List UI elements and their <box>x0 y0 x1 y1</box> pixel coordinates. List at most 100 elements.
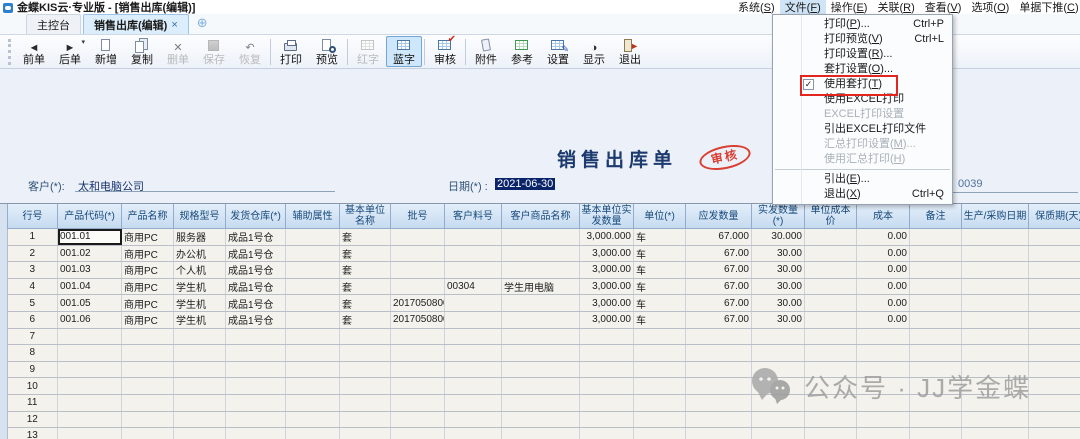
table-cell[interactable]: 学生用电脑 <box>502 278 580 295</box>
column-header[interactable]: 基本单位名称 <box>340 204 391 229</box>
table-cell[interactable]: 001.02 <box>58 245 122 262</box>
table-cell[interactable] <box>752 345 805 362</box>
row-number-cell[interactable]: 13 <box>8 428 58 439</box>
table-cell[interactable] <box>122 394 174 411</box>
column-header[interactable]: 生产/采购日期 <box>962 204 1029 229</box>
table-cell[interactable] <box>857 328 910 345</box>
table-cell[interactable] <box>286 278 340 295</box>
table-cell[interactable] <box>910 328 962 345</box>
table-cell[interactable] <box>857 411 910 428</box>
table-cell[interactable]: 0.00 <box>857 311 910 328</box>
column-header[interactable]: 实发数量(*) <box>752 204 805 229</box>
table-cell[interactable] <box>805 311 857 328</box>
table-cell[interactable] <box>286 428 340 439</box>
table-cell[interactable] <box>226 411 286 428</box>
row-number-cell[interactable]: 10 <box>8 378 58 395</box>
row-number-cell[interactable]: 2 <box>8 245 58 262</box>
exit-menu-item[interactable]: 退出(X)Ctrl+Q <box>773 187 952 202</box>
row-number-cell[interactable]: 7 <box>8 328 58 345</box>
table-cell[interactable]: 车 <box>634 278 686 295</box>
table-cell[interactable] <box>174 328 226 345</box>
tab-main-console[interactable]: 主控台 <box>26 14 81 34</box>
table-cell[interactable] <box>286 345 340 362</box>
table-cell[interactable] <box>1029 428 1080 439</box>
table-cell[interactable]: 001.06 <box>58 311 122 328</box>
table-cell[interactable] <box>910 311 962 328</box>
table-cell[interactable] <box>122 428 174 439</box>
table-cell[interactable] <box>502 262 580 279</box>
table-cell[interactable]: 001.05 <box>58 295 122 312</box>
dropdown-arrow-icon[interactable]: ▾ <box>81 38 85 46</box>
table-cell[interactable]: 服务器 <box>174 229 226 246</box>
exit-button[interactable]: ►退出 <box>612 36 648 67</box>
table-cell[interactable] <box>502 411 580 428</box>
table-cell[interactable] <box>580 361 634 378</box>
table-cell[interactable] <box>910 245 962 262</box>
table-cell[interactable]: 套 <box>340 229 391 246</box>
table-cell[interactable]: 0.00 <box>857 245 910 262</box>
table-cell[interactable] <box>962 311 1029 328</box>
table-cell[interactable]: 套 <box>340 278 391 295</box>
settings-button[interactable]: ✎设置 <box>540 36 576 67</box>
table-cell[interactable] <box>445 229 502 246</box>
table-cell[interactable]: 0 <box>1029 245 1080 262</box>
table-cell[interactable] <box>634 411 686 428</box>
table-cell[interactable] <box>752 328 805 345</box>
table-cell[interactable] <box>391 394 445 411</box>
row-number-cell[interactable]: 8 <box>8 345 58 362</box>
table-cell[interactable] <box>340 345 391 362</box>
table-cell[interactable]: 20170508000 <box>391 311 445 328</box>
menubar-item-relation[interactable]: 关联(R) <box>872 0 919 15</box>
table-cell[interactable] <box>962 411 1029 428</box>
display-button[interactable]: ◑显示 <box>576 36 612 67</box>
attachment-button[interactable]: 附件 <box>468 36 504 67</box>
table-cell[interactable] <box>686 361 752 378</box>
table-cell[interactable] <box>634 428 686 439</box>
column-header[interactable]: 客户料号 <box>445 204 502 229</box>
table-cell[interactable]: 学生机 <box>174 295 226 312</box>
table-cell[interactable] <box>445 262 502 279</box>
print-menu-item[interactable]: 打印(P)...Ctrl+P <box>773 17 952 32</box>
table-cell[interactable]: 67.00 <box>686 245 752 262</box>
table-cell[interactable] <box>445 328 502 345</box>
table-cell[interactable] <box>502 311 580 328</box>
table-cell[interactable] <box>58 328 122 345</box>
table-cell[interactable]: 30.00 <box>752 295 805 312</box>
table-cell[interactable] <box>502 295 580 312</box>
table-cell[interactable] <box>391 278 445 295</box>
table-cell[interactable] <box>686 378 752 395</box>
table-cell[interactable] <box>286 245 340 262</box>
table-cell[interactable]: 00304 <box>445 278 502 295</box>
menubar-item-view[interactable]: 查看(V) <box>920 0 967 15</box>
tab-sales-outbound-edit[interactable]: 销售出库(编辑)× <box>83 14 189 34</box>
table-cell[interactable] <box>226 328 286 345</box>
table-cell[interactable] <box>1029 361 1080 378</box>
table-cell[interactable] <box>1029 394 1080 411</box>
table-cell[interactable] <box>634 345 686 362</box>
column-header[interactable]: 单位(*) <box>634 204 686 229</box>
table-cell[interactable] <box>805 245 857 262</box>
table-cell[interactable] <box>226 394 286 411</box>
table-cell[interactable]: 成品1号仓 <box>226 229 286 246</box>
table-cell[interactable] <box>391 229 445 246</box>
table-cell[interactable] <box>286 262 340 279</box>
table-cell[interactable]: 0.00 <box>857 262 910 279</box>
column-header[interactable]: 成本 <box>857 204 910 229</box>
new-bill-button[interactable]: 新增 <box>88 36 124 67</box>
table-cell[interactable] <box>391 411 445 428</box>
table-cell[interactable]: 20170508000 <box>391 295 445 312</box>
print-button[interactable]: 打印 <box>273 36 309 67</box>
table-cell[interactable] <box>445 295 502 312</box>
table-cell[interactable]: 商用PC <box>122 262 174 279</box>
next-bill-button[interactable]: ►▾后单 <box>52 36 88 67</box>
table-cell[interactable] <box>502 345 580 362</box>
table-cell[interactable] <box>445 345 502 362</box>
table-cell[interactable] <box>686 394 752 411</box>
table-cell[interactable]: 30.00 <box>752 245 805 262</box>
table-cell[interactable] <box>580 394 634 411</box>
menubar-item-options[interactable]: 选项(O) <box>966 0 1014 15</box>
table-cell[interactable] <box>340 411 391 428</box>
menubar-item-system[interactable]: 系统(S) <box>733 0 780 15</box>
table-cell[interactable] <box>445 361 502 378</box>
table-cell[interactable] <box>502 394 580 411</box>
